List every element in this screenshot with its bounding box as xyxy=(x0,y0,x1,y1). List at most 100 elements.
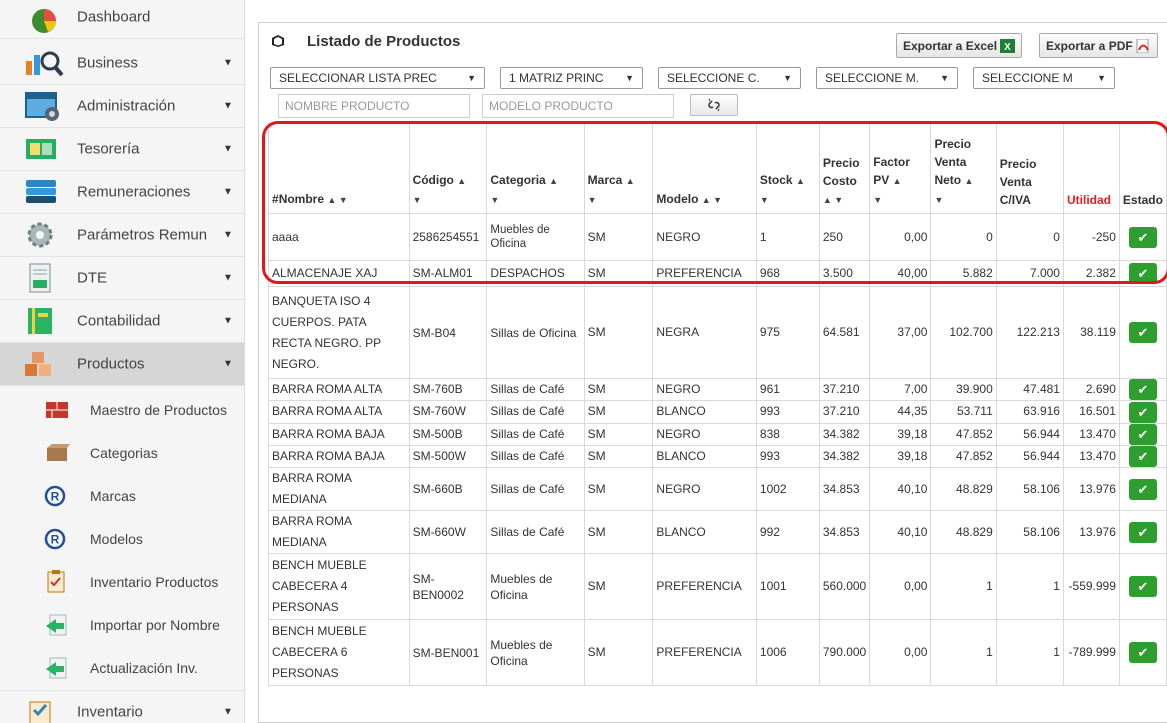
sidebar-subitem-categorias[interactable]: Categorias xyxy=(0,431,244,474)
cell-modelo: PREFERENCIA xyxy=(652,260,757,287)
cell-modelo: NEGRO xyxy=(652,377,757,402)
cell-modelo: NEGRO xyxy=(652,467,757,512)
cell-factor: 37,00 xyxy=(869,286,932,379)
table-row[interactable]: BENCH MUEBLE CABECERA 4 PERSONAS SM-BEN00… xyxy=(268,553,1167,621)
export-excel-button[interactable]: Exportar a Excel X xyxy=(896,33,1023,58)
cell-stock: 993 xyxy=(755,400,820,424)
estado-check-button[interactable]: ✔ xyxy=(1128,379,1157,400)
estado-check-button[interactable]: ✔ xyxy=(1128,401,1157,423)
dropdown-arrow-icon: ▼ xyxy=(1097,73,1106,83)
export-excel-label: Exportar a Excel xyxy=(903,38,998,53)
estado-check-button[interactable]: ✔ xyxy=(1128,478,1157,500)
cell-codigo: SM-760B xyxy=(408,377,488,402)
categoria-select[interactable]: SELECCIONE C. ▼ xyxy=(658,67,801,89)
sidebar-subitem-actualizacion-inv[interactable]: Actualización Inv. xyxy=(0,646,244,689)
cell-nombre: BARRA ROMA ALTA xyxy=(268,377,410,402)
column-header-utilidad[interactable]: Utilidad xyxy=(1062,123,1120,214)
sidebar-subitem-maestro-de-productos[interactable]: Maestro de Productos xyxy=(0,388,244,431)
column-header-modelo[interactable]: Modelo ▲ ▼ xyxy=(652,123,757,214)
cell-neto: 1 xyxy=(930,619,997,687)
cell-nombre: aaaa xyxy=(268,213,410,261)
table-row[interactable]: BARRA ROMA BAJA SM-500W Sillas de Café SM BL… xyxy=(268,444,1167,469)
estado-check-button[interactable]: ✔ xyxy=(1128,576,1157,598)
sidebar-item-inventario[interactable]: Inventario ▼ xyxy=(0,690,244,723)
cell-marca: SM xyxy=(583,286,654,379)
cell-modelo: BLANCO xyxy=(652,510,757,555)
export-pdf-button[interactable]: Exportar a PDF xyxy=(1039,33,1158,58)
modelo-select[interactable]: SELECCIONE M ▼ xyxy=(973,67,1115,89)
cell-factor: 0,00 xyxy=(869,553,932,621)
column-header-stock[interactable]: Stock ▲ ▼ xyxy=(755,123,820,214)
marca-select[interactable]: SELECCIONE M. ▼ xyxy=(816,67,958,89)
dropdown-arrow-icon: ▼ xyxy=(467,73,476,83)
sidebar-item-productos[interactable]: Productos ▼ xyxy=(0,343,244,386)
cell-categoria: Sillas de Café xyxy=(486,422,585,446)
cell-estado: ✔ xyxy=(1118,286,1167,379)
sidebar-subitem-importar-por-nombre[interactable]: Importar por Nombre xyxy=(0,603,244,646)
sidebar-subitem-modelos[interactable]: R Modelos xyxy=(0,517,244,560)
lista-precio-select[interactable]: SELECCIONAR LISTA PREC ▼ xyxy=(270,67,485,89)
cell-factor: 39,18 xyxy=(869,422,932,446)
table-row[interactable]: ALMACENAJE XAJ SM-ALM01 DESPACHOS SM PREFERE… xyxy=(268,260,1167,287)
select-value: SELECCIONE C. xyxy=(667,71,760,85)
inventory-icon xyxy=(29,701,51,723)
sidebar-item-business[interactable]: Business ▼ xyxy=(0,42,244,85)
sidebar-item-tesoreria[interactable]: Tesorería ▼ xyxy=(0,128,244,171)
cell-modelo: NEGRO xyxy=(652,213,757,261)
cell-stock: 968 xyxy=(755,260,820,287)
column-header-codigo[interactable]: Código ▲ ▼ xyxy=(408,123,488,214)
sidebar-item-label: Contabilidad xyxy=(77,312,161,330)
table-row[interactable]: BARRA ROMA ALTA SM-760B Sillas de Café SM NE… xyxy=(268,377,1167,402)
document-icon xyxy=(29,263,51,293)
sidebar-item-label: Remuneraciones xyxy=(77,183,191,201)
table-row[interactable]: BARRA ROMA MEDIANA SM-660W Sillas de Café S… xyxy=(268,510,1167,555)
clear-filter-button[interactable] xyxy=(690,94,738,116)
table-row[interactable]: BANQUETA ISO 4 CUERPOS. PATA RECTA NEGRO… xyxy=(268,286,1167,379)
sidebar-item-dte[interactable]: DTE ▼ xyxy=(0,257,244,300)
column-header-precio-costo[interactable]: Precio Costo ▲ ▼ xyxy=(818,123,871,214)
sidebar-subitem-inventario-productos[interactable]: Inventario Productos xyxy=(0,560,244,603)
sort-icon[interactable]: ▲ ▼ xyxy=(823,195,843,205)
table-row[interactable]: BENCH MUEBLE CABECERA 6 PERSONAS SM-BEN00… xyxy=(268,619,1167,687)
sidebar-item-dashboard[interactable]: Dashboard xyxy=(0,0,244,39)
cell-civa: 122.213 xyxy=(995,286,1064,379)
estado-check-button[interactable]: ✔ xyxy=(1128,424,1157,445)
column-header-categoria[interactable]: Categoria ▲ ▼ xyxy=(486,123,585,214)
estado-check-button[interactable]: ✔ xyxy=(1128,322,1157,344)
table-row[interactable]: BARRA ROMA BAJA SM-500B Sillas de Café SM NE… xyxy=(268,422,1167,446)
table-row[interactable]: BARRA ROMA MEDIANA SM-660B Sillas de Café S… xyxy=(268,467,1167,512)
nombre-producto-input[interactable]: NOMBRE PRODUCTO xyxy=(278,94,470,118)
cell-neto: 53.711 xyxy=(930,400,997,424)
column-header-precio-venta-civa[interactable]: Precio Venta C/IVA xyxy=(995,123,1064,214)
sort-icon[interactable]: ▲ ▼ xyxy=(702,195,722,205)
header-label: Categoria xyxy=(490,173,546,187)
estado-check-button[interactable]: ✔ xyxy=(1128,446,1157,467)
estado-check-button[interactable]: ✔ xyxy=(1128,226,1157,248)
sidebar-item-parametros-remun[interactable]: Parámetros Remun ▼ xyxy=(0,214,244,257)
sidebar-item-contabilidad[interactable]: Contabilidad ▼ xyxy=(0,300,244,343)
column-header-marca[interactable]: Marca ▲ ▼ xyxy=(583,123,654,214)
cell-categoria: Muebles de Oficina xyxy=(486,553,585,621)
column-header-factor-pv[interactable]: Factor PV ▲ ▼ xyxy=(869,123,932,214)
caret-down-icon: ▼ xyxy=(223,706,233,717)
modelo-producto-input[interactable]: MODELO PRODUCTO xyxy=(482,94,674,118)
column-header-nombre[interactable]: #Nombre ▲ ▼ xyxy=(268,123,410,214)
cell-nombre: BARRA ROMA MEDIANA xyxy=(268,510,410,555)
cell-codigo: SM-500B xyxy=(408,422,488,446)
estado-check-button[interactable]: ✔ xyxy=(1128,521,1157,543)
import-arrow-icon xyxy=(46,614,67,635)
estado-check-button[interactable]: ✔ xyxy=(1128,642,1157,664)
sidebar-item-remuneraciones[interactable]: Remuneraciones ▼ xyxy=(0,171,244,214)
sidebar-subitem-marcas[interactable]: R Marcas xyxy=(0,474,244,517)
cell-estado: ✔ xyxy=(1118,619,1167,687)
estado-check-button[interactable]: ✔ xyxy=(1128,263,1157,285)
sidebar-item-administracion[interactable]: Administración ▼ xyxy=(0,85,244,128)
matriz-select[interactable]: 1 MATRIZ PRINC ▼ xyxy=(500,67,643,89)
cell-codigo: SM-500W xyxy=(408,444,488,469)
column-header-precio-venta-neto[interactable]: Precio Venta Neto ▲ ▼ xyxy=(930,123,997,214)
bricks-icon xyxy=(46,401,68,418)
table-row[interactable]: aaaa 2586254551 Muebles de Oficina SM NEGRO 1… xyxy=(268,213,1167,261)
sort-icon[interactable]: ▲ ▼ xyxy=(327,195,347,205)
table-row[interactable]: BARRA ROMA ALTA SM-760W Sillas de Café SM BL… xyxy=(268,400,1167,424)
column-header-estado[interactable]: Estado xyxy=(1118,123,1167,214)
